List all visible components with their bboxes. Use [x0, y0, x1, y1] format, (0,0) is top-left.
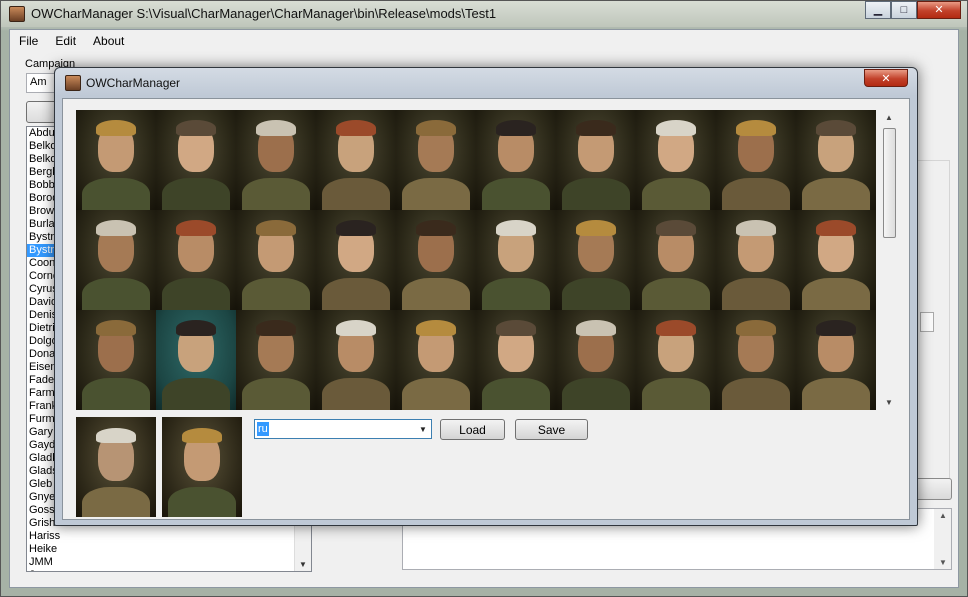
close-button[interactable]: ✕: [917, 1, 961, 19]
dialog-title: OWCharManager: [86, 76, 181, 90]
language-value: ru: [257, 422, 269, 436]
dialog-close-button[interactable]: ✕: [864, 69, 908, 87]
portrait-tile[interactable]: [396, 210, 476, 310]
portrait-tile[interactable]: [476, 210, 556, 310]
menu-file[interactable]: File: [19, 34, 38, 48]
menu-edit[interactable]: Edit: [55, 34, 76, 48]
portrait-tile[interactable]: [316, 110, 396, 210]
scroll-up-icon[interactable]: ▲: [885, 113, 893, 122]
portrait-tile[interactable]: [476, 310, 556, 410]
notes-scrollbar[interactable]: ▲ ▼: [934, 509, 951, 569]
portrait-preview-current: [76, 417, 156, 517]
portrait-tile[interactable]: [556, 210, 636, 310]
menu-about[interactable]: About: [93, 34, 124, 48]
menu-bar: File Edit About: [10, 30, 958, 52]
portrait-tile[interactable]: [236, 210, 316, 310]
portrait-tile[interactable]: [396, 310, 476, 410]
app-icon: [9, 6, 25, 22]
window-controls: ▁ □ ✕: [865, 1, 961, 19]
portrait-grid[interactable]: [76, 110, 876, 410]
window-title: OWCharManager S:\Visual\CharManager\Char…: [31, 6, 497, 21]
portrait-tile[interactable]: [796, 310, 876, 410]
maximize-button[interactable]: □: [891, 1, 917, 19]
list-item[interactable]: Hariss: [27, 530, 311, 543]
scroll-down-icon[interactable]: ▼: [299, 560, 307, 569]
portrait-tile[interactable]: [636, 210, 716, 310]
load-button[interactable]: Load: [440, 419, 505, 440]
save-button[interactable]: Save: [515, 419, 588, 440]
portrait-tile[interactable]: [476, 110, 556, 210]
portrait-tile[interactable]: [76, 110, 156, 210]
portrait-tile[interactable]: [316, 210, 396, 310]
portrait-tile[interactable]: [556, 310, 636, 410]
portrait-tile[interactable]: [796, 210, 876, 310]
portrait-tile[interactable]: [316, 310, 396, 410]
scrollbar-thumb[interactable]: [883, 128, 896, 238]
portrait-preview-selected: [162, 417, 242, 517]
portrait-tile[interactable]: [236, 110, 316, 210]
portrait-tile[interactable]: [636, 110, 716, 210]
portrait-tile[interactable]: [156, 310, 236, 410]
main-titlebar[interactable]: OWCharManager S:\Visual\CharManager\Char…: [1, 1, 967, 27]
minimize-button[interactable]: ▁: [865, 1, 891, 19]
portrait-tile[interactable]: [716, 210, 796, 310]
list-item[interactable]: Joan: [27, 569, 311, 571]
portrait-tile[interactable]: [396, 110, 476, 210]
portrait-tile[interactable]: [796, 110, 876, 210]
language-select[interactable]: ru ▼: [254, 419, 432, 439]
scroll-down-icon[interactable]: ▼: [885, 398, 893, 407]
portrait-tile[interactable]: [76, 210, 156, 310]
portrait-tile[interactable]: [76, 310, 156, 410]
portrait-dialog: OWCharManager ✕ ▲ ▼ ru ▼ Load Save: [54, 67, 918, 526]
details-field[interactable]: [920, 312, 934, 332]
portrait-grid-scrollbar[interactable]: ▲ ▼: [881, 110, 898, 410]
scroll-down-icon[interactable]: ▼: [939, 558, 947, 567]
portrait-tile[interactable]: [716, 110, 796, 210]
portrait-tile[interactable]: [636, 310, 716, 410]
scroll-up-icon[interactable]: ▲: [939, 511, 947, 520]
list-item[interactable]: Heike: [27, 543, 311, 556]
portrait-tile[interactable]: [156, 210, 236, 310]
app-icon: [65, 75, 81, 91]
portrait-tile[interactable]: [556, 110, 636, 210]
portrait-tile[interactable]: [716, 310, 796, 410]
list-item[interactable]: JMM: [27, 556, 311, 569]
portrait-tile[interactable]: [236, 310, 316, 410]
portrait-tile[interactable]: [156, 110, 236, 210]
chevron-down-icon[interactable]: ▼: [415, 420, 431, 438]
dialog-client-area: ▲ ▼ ru ▼ Load Save: [62, 98, 910, 520]
